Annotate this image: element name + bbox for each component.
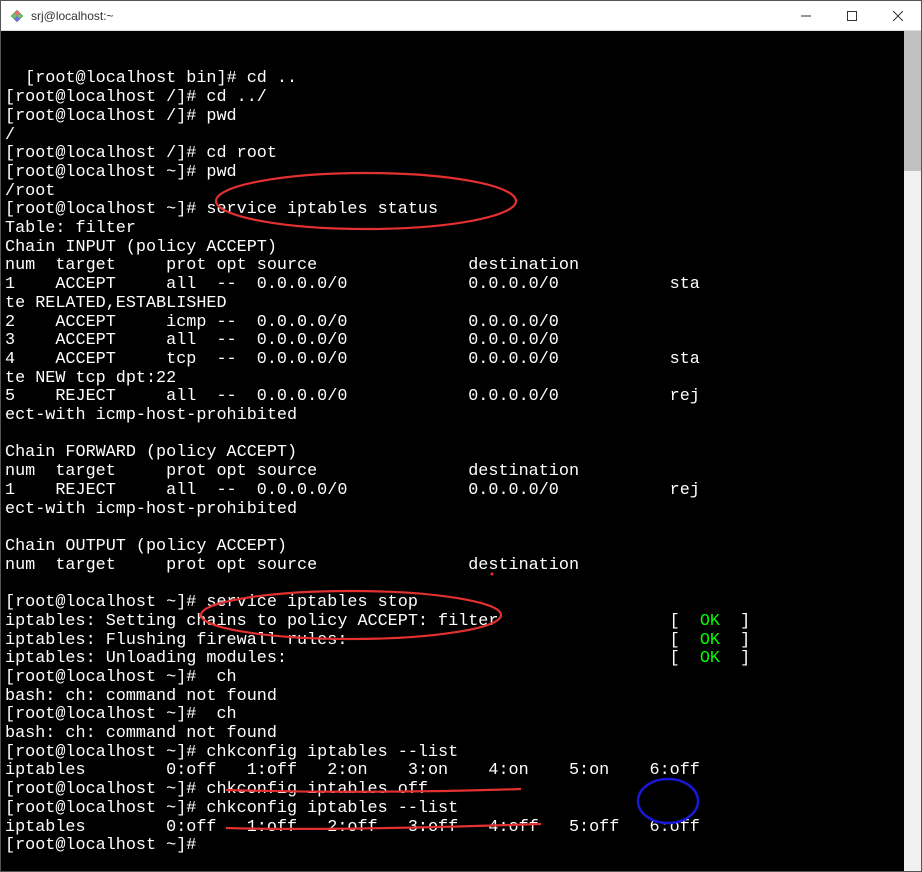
vertical-scrollbar[interactable]	[904, 31, 921, 871]
minimize-button[interactable]	[783, 1, 829, 30]
window-titlebar: srj@localhost:~	[1, 1, 921, 31]
maximize-button[interactable]	[829, 1, 875, 30]
terminal-area: [root@localhost bin]# cd .. [root@localh…	[1, 31, 921, 871]
terminal-text: [root@localhost bin]# cd .. [root@localh…	[5, 69, 750, 855]
window-controls	[783, 1, 921, 30]
app-diamond-icon	[9, 8, 25, 24]
terminal-output[interactable]: [root@localhost bin]# cd .. [root@localh…	[1, 31, 904, 871]
window-title: srj@localhost:~	[31, 9, 783, 23]
close-button[interactable]	[875, 1, 921, 30]
scrollbar-thumb[interactable]	[904, 31, 921, 171]
